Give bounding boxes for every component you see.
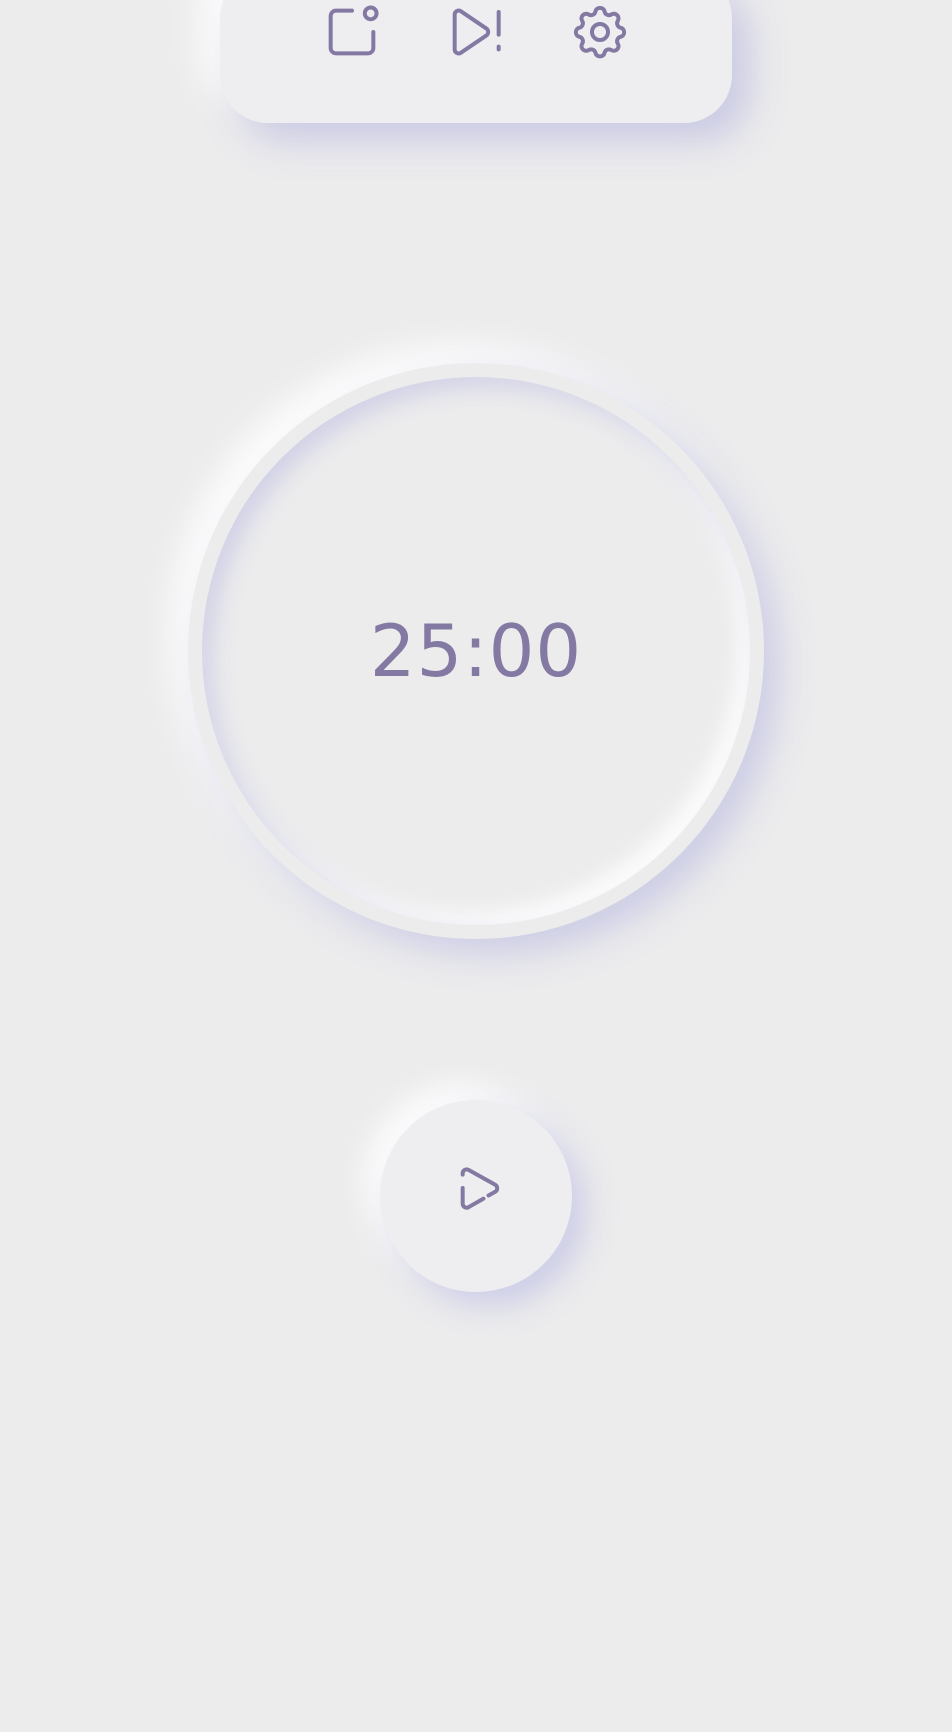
settings-button[interactable] [564, 0, 636, 68]
app-notification-icon [328, 5, 379, 56]
play-alert-icon [452, 8, 501, 56]
top-toolbar [220, 0, 732, 123]
timer-dial: 25:00 [188, 363, 764, 939]
play-icon [460, 1167, 500, 1210]
gear-icon [573, 5, 627, 59]
notification-button[interactable] [316, 0, 388, 68]
play-button[interactable] [380, 1100, 572, 1292]
timer-face: 25:00 [202, 377, 750, 925]
autoplay-alert-button[interactable] [440, 0, 512, 68]
timer-display: 25:00 [369, 609, 583, 693]
